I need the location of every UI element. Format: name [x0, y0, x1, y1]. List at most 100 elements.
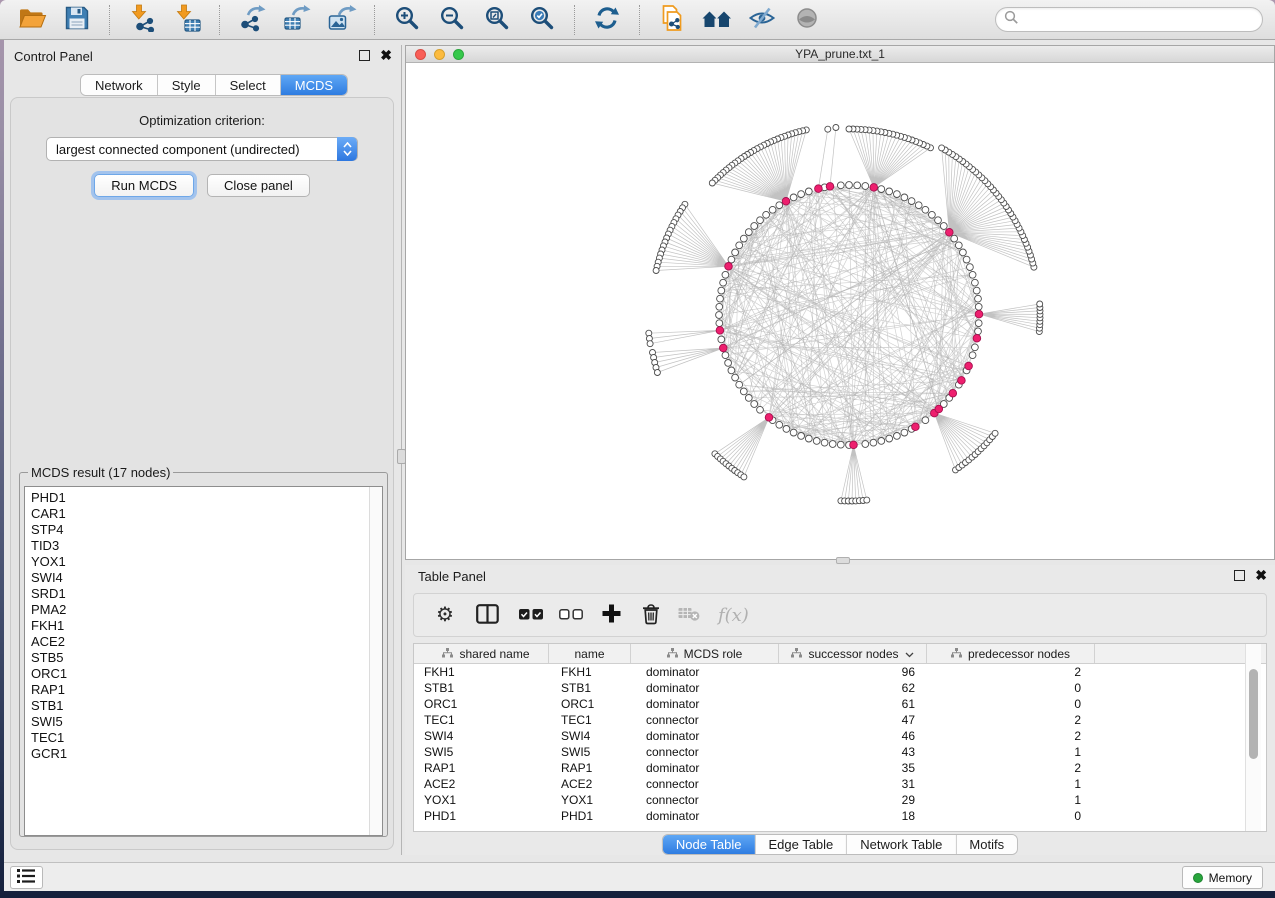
- column-header-mcds-role[interactable]: MCDS role: [631, 644, 779, 663]
- cytoscape-app: Control Panel ✖ Network Style Select MCD…: [0, 0, 1275, 898]
- list-item[interactable]: PHD1: [31, 490, 382, 506]
- list-item[interactable]: SWI5: [31, 714, 382, 730]
- table-scrollbar-thumb[interactable]: [1249, 669, 1258, 759]
- table-row[interactable]: YOX1YOX1connector291: [414, 792, 1266, 808]
- table-header-row: shared name name MCDS role successor nod…: [414, 644, 1266, 664]
- import-network-button[interactable]: [122, 4, 162, 36]
- export-network-button[interactable]: [232, 4, 272, 36]
- refresh-layout-button[interactable]: [587, 4, 627, 36]
- criterion-dropdown[interactable]: largest connected component (undirected): [46, 137, 358, 161]
- table-settings-button[interactable]: ⚙: [436, 605, 454, 625]
- open-file-button[interactable]: [12, 4, 52, 36]
- tab-node-table[interactable]: Node Table: [663, 835, 756, 854]
- toolbar-separator: [109, 5, 110, 35]
- table-row[interactable]: FKH1FKH1dominator962: [414, 664, 1266, 680]
- delete-table-button[interactable]: [678, 605, 700, 625]
- tab-network[interactable]: Network: [81, 75, 158, 95]
- export-table-button[interactable]: [277, 4, 317, 36]
- export-image-icon: [327, 4, 357, 35]
- export-network-icon: [237, 4, 267, 35]
- zoom-selected-button[interactable]: [522, 4, 562, 36]
- deselect-all-button[interactable]: [559, 608, 583, 623]
- import-table-button[interactable]: [167, 4, 207, 36]
- table-row[interactable]: ACE2ACE2connector311: [414, 776, 1266, 792]
- function-builder-icon[interactable]: f(x): [718, 605, 749, 626]
- memory-button[interactable]: Memory: [1182, 866, 1263, 889]
- zoom-in-button[interactable]: [387, 4, 427, 36]
- show-columns-button[interactable]: [476, 604, 499, 627]
- toolbar-separator: [574, 5, 575, 35]
- list-item[interactable]: PMA2: [31, 602, 382, 618]
- list-item[interactable]: FKH1: [31, 618, 382, 634]
- toolbar-separator: [219, 5, 220, 35]
- hide-selected-button[interactable]: [742, 4, 782, 36]
- close-panel-icon[interactable]: ✖: [1255, 570, 1267, 581]
- list-scrollbar[interactable]: [369, 487, 382, 835]
- float-panel-icon[interactable]: [1234, 570, 1245, 581]
- delete-table-icon: [678, 605, 700, 625]
- column-header-successor-nodes[interactable]: successor nodes: [779, 644, 927, 663]
- mcds-result-groupbox: MCDS result (17 nodes) PHD1 CAR1 STP4 TI…: [19, 465, 388, 837]
- table-row[interactable]: RAP1RAP1dominator352: [414, 760, 1266, 776]
- memory-status-icon: [1193, 873, 1203, 883]
- list-item[interactable]: SWI4: [31, 570, 382, 586]
- list-item[interactable]: GCR1: [31, 746, 382, 762]
- close-panel-icon[interactable]: ✖: [380, 50, 392, 61]
- plus-icon: [601, 603, 622, 627]
- table-row[interactable]: STB1STB1dominator620: [414, 680, 1266, 696]
- table-row[interactable]: ORC1ORC1dominator610: [414, 696, 1266, 712]
- tab-motifs[interactable]: Motifs: [956, 835, 1017, 854]
- export-image-button[interactable]: [322, 4, 362, 36]
- clone-network-icon: [658, 4, 686, 35]
- control-panel-tabbar: Network Style Select MCDS: [80, 74, 348, 96]
- network-graph[interactable]: [406, 63, 1274, 559]
- list-item[interactable]: STB1: [31, 698, 382, 714]
- tab-network-table[interactable]: Network Table: [847, 835, 956, 854]
- toolbar-separator: [639, 5, 640, 35]
- list-item[interactable]: TID3: [31, 538, 382, 554]
- tab-select[interactable]: Select: [216, 75, 281, 95]
- tab-style[interactable]: Style: [158, 75, 216, 95]
- table-toolbar: ⚙ f(x): [413, 593, 1267, 637]
- task-history-button[interactable]: [10, 866, 43, 889]
- column-header-name[interactable]: name: [549, 644, 631, 663]
- zoom-out-button[interactable]: [432, 4, 472, 36]
- table-row[interactable]: SWI4SWI4dominator462: [414, 728, 1266, 744]
- save-session-button[interactable]: [57, 4, 97, 36]
- status-bar: Memory: [4, 862, 1275, 891]
- network-titlebar[interactable]: YPA_prune.txt_1: [406, 46, 1274, 63]
- tab-mcds[interactable]: MCDS: [281, 75, 347, 95]
- delete-row-button[interactable]: [640, 602, 662, 628]
- run-mcds-button[interactable]: Run MCDS: [94, 174, 194, 197]
- list-item[interactable]: RAP1: [31, 682, 382, 698]
- list-item[interactable]: YOX1: [31, 554, 382, 570]
- mcds-panel: Optimization criterion: largest connecte…: [10, 97, 394, 850]
- tab-edge-table[interactable]: Edge Table: [755, 835, 847, 854]
- search-input[interactable]: [1019, 12, 1262, 27]
- select-all-button[interactable]: [519, 608, 543, 623]
- table-row[interactable]: TEC1TEC1connector472: [414, 712, 1266, 728]
- table-scrollbar[interactable]: [1245, 644, 1261, 831]
- list-item[interactable]: STP4: [31, 522, 382, 538]
- list-item[interactable]: CAR1: [31, 506, 382, 522]
- close-panel-button[interactable]: Close panel: [207, 174, 310, 197]
- zoom-fit-button[interactable]: [477, 4, 517, 36]
- list-item[interactable]: ACE2: [31, 634, 382, 650]
- show-all-button[interactable]: [787, 4, 827, 36]
- column-header-shared-name[interactable]: shared name: [414, 644, 549, 663]
- first-neighbors-button[interactable]: [697, 4, 737, 36]
- horizontal-splitter-handle[interactable]: [836, 557, 850, 564]
- add-row-button[interactable]: [601, 603, 622, 627]
- float-panel-icon[interactable]: [359, 50, 370, 61]
- table-row[interactable]: PHD1PHD1dominator180: [414, 808, 1266, 824]
- list-item[interactable]: TEC1: [31, 730, 382, 746]
- list-item[interactable]: STB5: [31, 650, 382, 666]
- toolbar-separator: [374, 5, 375, 35]
- column-header-predecessor-nodes[interactable]: predecessor nodes: [927, 644, 1095, 663]
- eye-icon: [794, 5, 820, 34]
- table-row[interactable]: SWI5SWI5connector431: [414, 744, 1266, 760]
- clone-network-button[interactable]: [652, 4, 692, 36]
- list-item[interactable]: ORC1: [31, 666, 382, 682]
- list-item[interactable]: SRD1: [31, 586, 382, 602]
- network-canvas[interactable]: [406, 63, 1274, 559]
